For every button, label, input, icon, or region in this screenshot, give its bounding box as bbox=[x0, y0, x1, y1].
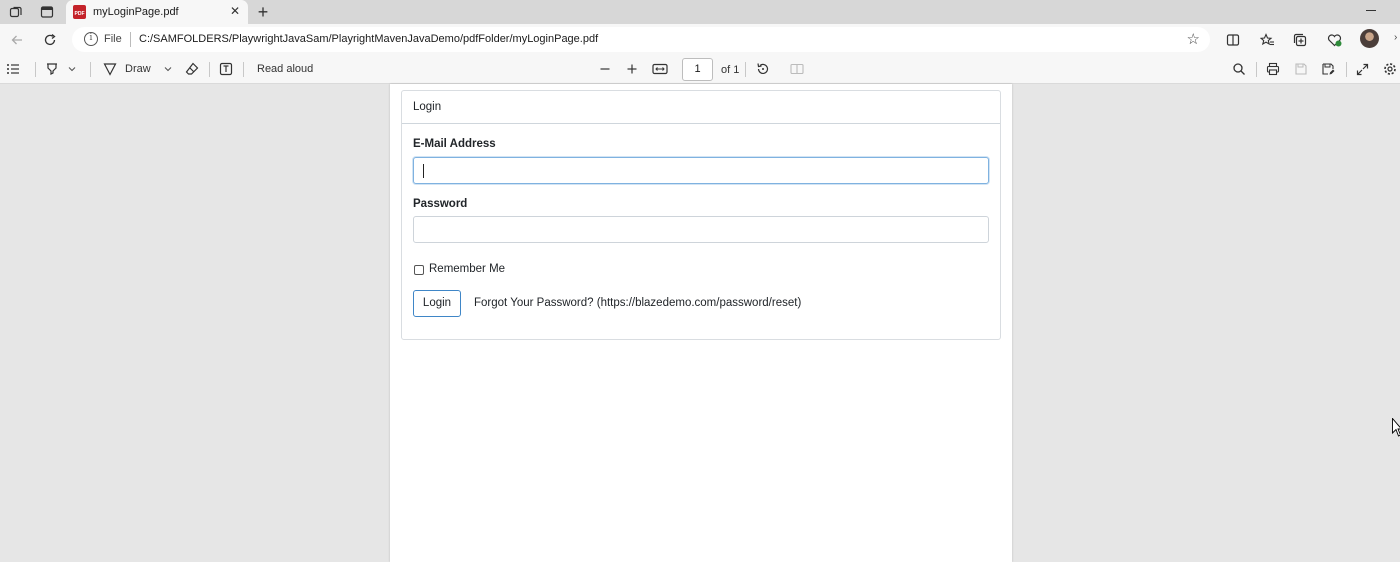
pdf-toolbar: Draw Read aloud 1 of 1 bbox=[0, 55, 1400, 84]
back-icon[interactable] bbox=[8, 31, 26, 49]
save-icon[interactable] bbox=[1293, 61, 1309, 77]
close-tab-icon[interactable]: ✕ bbox=[228, 4, 242, 18]
toolbar-divider bbox=[745, 62, 746, 77]
profile-avatar[interactable] bbox=[1360, 29, 1379, 48]
favorite-star-icon[interactable]: ☆ bbox=[1187, 30, 1200, 48]
save-as-icon[interactable] bbox=[1320, 61, 1336, 77]
workspaces-icon[interactable] bbox=[8, 4, 24, 20]
tab-title: myLoginPage.pdf bbox=[93, 6, 179, 18]
tab-mylogin-pdf[interactable]: myLoginPage.pdf ✕ bbox=[66, 0, 248, 24]
page-view-icon[interactable] bbox=[789, 61, 805, 77]
zoom-out-icon[interactable] bbox=[597, 61, 613, 77]
password-label: Password bbox=[413, 198, 468, 210]
contents-icon[interactable] bbox=[5, 61, 21, 77]
split-screen-icon[interactable] bbox=[1224, 31, 1242, 49]
draw-button-label[interactable]: Draw bbox=[125, 61, 151, 77]
expand-icon[interactable] bbox=[1354, 61, 1370, 77]
toolbar-divider bbox=[35, 62, 36, 77]
remember-me-checkbox[interactable] bbox=[414, 265, 424, 275]
address-bar[interactable]: i File C:/SAMFOLDERS/PlaywrightJavaSam/P… bbox=[72, 27, 1210, 52]
pdf-file-icon bbox=[73, 5, 86, 19]
card-header: Login bbox=[402, 91, 1000, 124]
favorites-icon[interactable] bbox=[1258, 31, 1276, 49]
remember-me-label[interactable]: Remember Me bbox=[429, 263, 505, 275]
pdf-page: Login E-Mail Address Password Remember M… bbox=[390, 84, 1012, 562]
zoom-in-icon[interactable] bbox=[624, 61, 640, 77]
address-scheme: File bbox=[104, 33, 122, 45]
refresh-icon[interactable] bbox=[41, 31, 59, 49]
rotate-icon[interactable] bbox=[755, 61, 771, 77]
navigation-bar: i File C:/SAMFOLDERS/PlaywrightJavaSam/P… bbox=[0, 24, 1400, 55]
minimize-icon[interactable] bbox=[1366, 10, 1376, 11]
card-title: Login bbox=[413, 101, 442, 113]
page-number-input[interactable]: 1 bbox=[682, 58, 713, 81]
tab-strip: myLoginPage.pdf ✕ + bbox=[0, 0, 1400, 24]
toolbar-divider bbox=[1256, 62, 1257, 77]
email-field[interactable] bbox=[413, 157, 989, 184]
erase-icon[interactable] bbox=[184, 61, 200, 77]
email-label: E-Mail Address bbox=[413, 138, 496, 150]
fit-to-width-icon[interactable] bbox=[651, 61, 669, 77]
draw-icon[interactable] bbox=[102, 61, 118, 77]
new-tab-button[interactable]: + bbox=[254, 2, 272, 22]
address-divider bbox=[130, 32, 131, 47]
text-box-icon[interactable] bbox=[218, 61, 234, 77]
highlight-dropdown-icon[interactable] bbox=[66, 61, 78, 77]
mouse-cursor-icon bbox=[1392, 418, 1400, 437]
print-icon[interactable] bbox=[1265, 61, 1281, 77]
highlight-icon[interactable] bbox=[44, 61, 60, 77]
page-count: of 1 bbox=[721, 64, 740, 76]
site-info-icon[interactable]: i bbox=[84, 32, 98, 46]
toolbar-divider bbox=[209, 62, 210, 77]
browser-essentials-icon[interactable] bbox=[1325, 31, 1343, 49]
address-url[interactable]: C:/SAMFOLDERS/PlaywrightJavaSam/Playrigh… bbox=[139, 33, 598, 45]
settings-gear-icon[interactable] bbox=[1382, 61, 1398, 77]
password-field[interactable] bbox=[413, 216, 989, 243]
tab-actions-icon[interactable] bbox=[39, 4, 55, 20]
draw-dropdown-icon[interactable] bbox=[162, 61, 174, 77]
read-aloud-button[interactable]: Read aloud bbox=[257, 61, 313, 77]
toolbar-divider bbox=[243, 62, 244, 77]
toolbar-divider bbox=[1346, 62, 1347, 77]
login-card: Login E-Mail Address Password Remember M… bbox=[401, 90, 1001, 340]
collections-icon[interactable] bbox=[1291, 31, 1309, 49]
more-options-icon[interactable]: › bbox=[1394, 32, 1397, 43]
login-button[interactable]: Login bbox=[413, 290, 461, 317]
toolbar-divider bbox=[90, 62, 91, 77]
text-caret bbox=[423, 164, 424, 178]
forgot-password-link[interactable]: Forgot Your Password? (https://blazedemo… bbox=[474, 297, 801, 309]
search-icon[interactable] bbox=[1231, 61, 1247, 77]
